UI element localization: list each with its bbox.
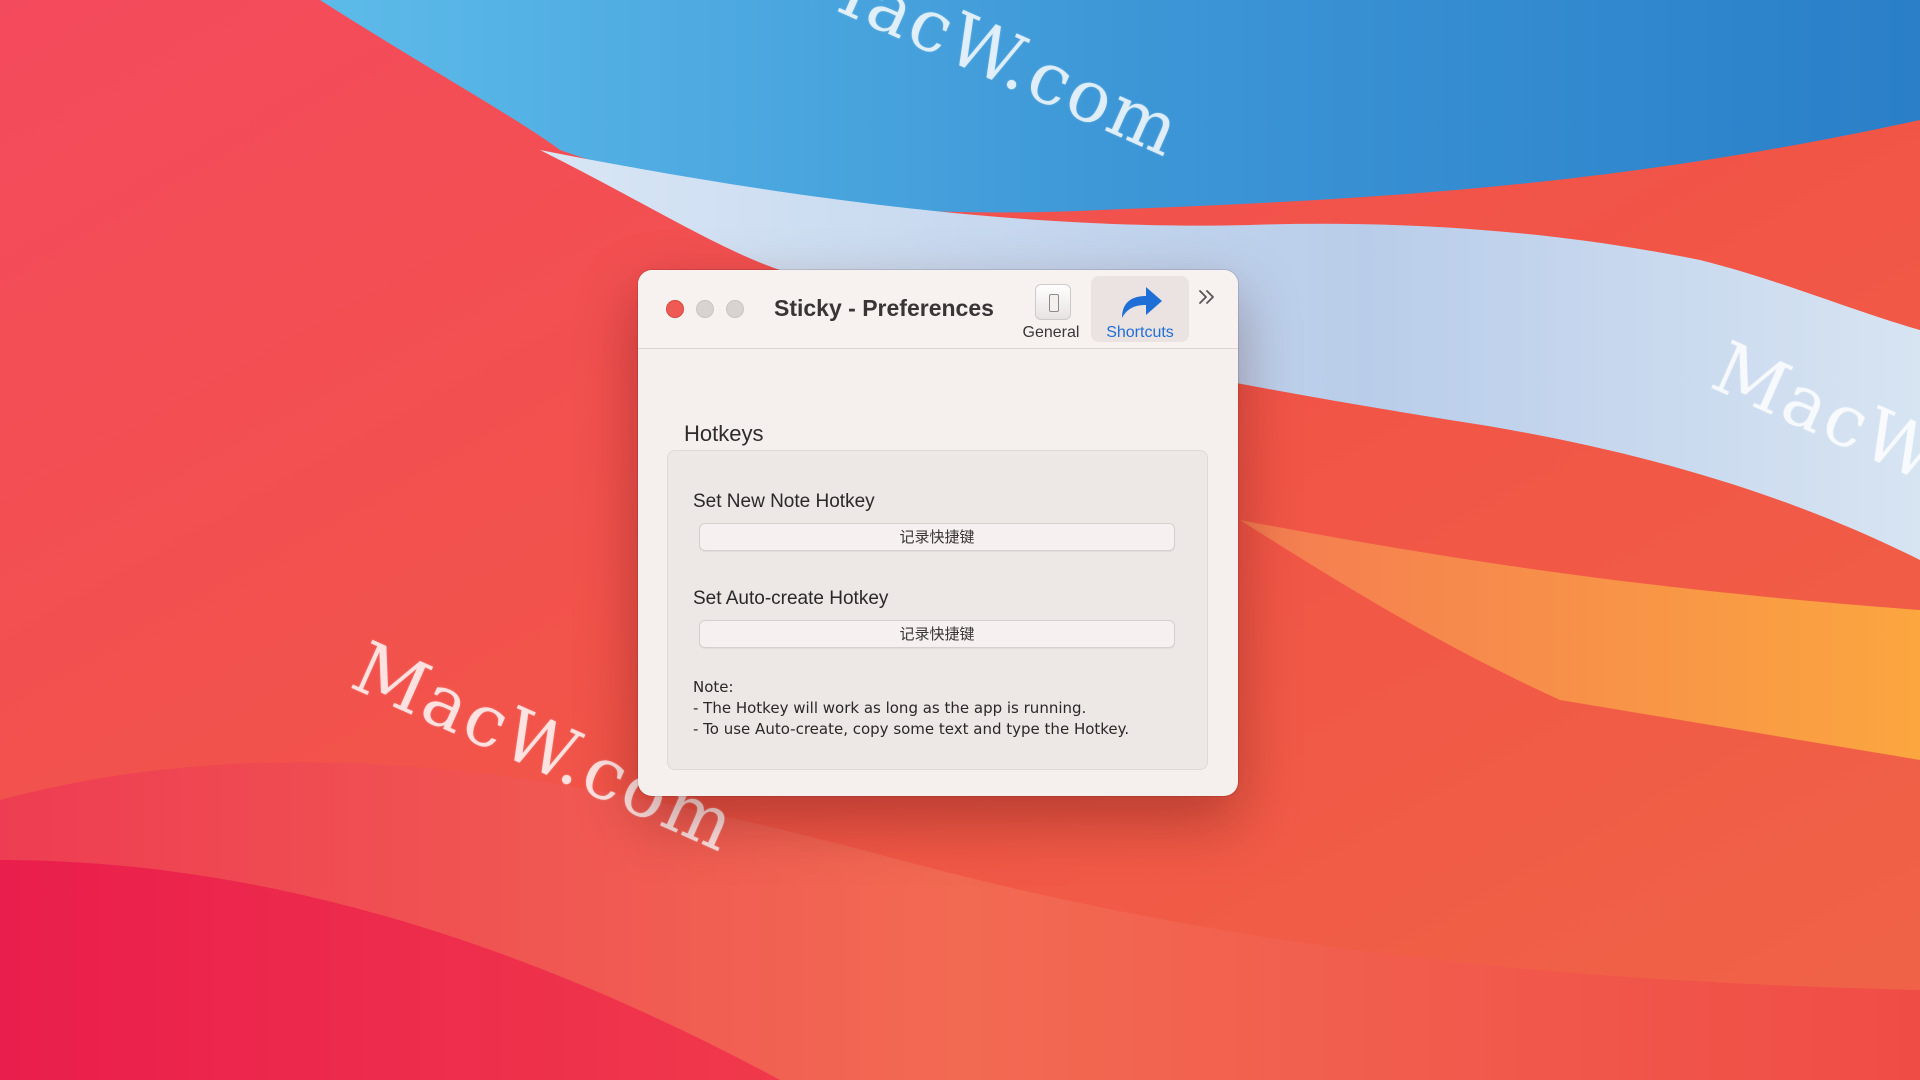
note-line: - To use Auto-create, copy some text and… bbox=[693, 720, 1130, 738]
tab-general[interactable]: General bbox=[1014, 276, 1088, 342]
tab-shortcuts[interactable]: Shortcuts bbox=[1091, 276, 1189, 342]
window-close-button[interactable] bbox=[666, 300, 684, 318]
window-zoom-button[interactable] bbox=[726, 300, 744, 318]
auto-create-hotkey-label: Set Auto-create Hotkey bbox=[693, 588, 889, 609]
tab-general-label: General bbox=[1022, 324, 1080, 341]
chevron-double-right-icon[interactable] bbox=[1196, 286, 1224, 310]
new-note-hotkey-label: Set New Note Hotkey bbox=[693, 491, 875, 512]
window-title: Sticky - Preferences bbox=[774, 295, 994, 321]
switch-icon bbox=[1035, 284, 1071, 320]
share-arrow-icon bbox=[1122, 287, 1162, 318]
note-title: Note: bbox=[693, 678, 734, 696]
hotkeys-group: Set New Note Hotkey 记录快捷键 Set Auto-creat… bbox=[667, 450, 1208, 770]
note-line: - The Hotkey will work as long as the ap… bbox=[693, 699, 1087, 717]
window-minimize-button[interactable] bbox=[696, 300, 714, 318]
section-title: Hotkeys bbox=[684, 421, 764, 446]
note-text: Note: - The Hotkey will work as long as … bbox=[693, 677, 1129, 740]
tab-shortcuts-label: Shortcuts bbox=[1106, 324, 1174, 341]
record-new-note-hotkey-button[interactable]: 记录快捷键 bbox=[699, 523, 1175, 551]
window-toolbar: Sticky - Preferences General Shortcuts bbox=[638, 270, 1238, 349]
preferences-window: Sticky - Preferences General Shortcuts H… bbox=[638, 270, 1238, 796]
record-auto-create-hotkey-button[interactable]: 记录快捷键 bbox=[699, 620, 1175, 648]
